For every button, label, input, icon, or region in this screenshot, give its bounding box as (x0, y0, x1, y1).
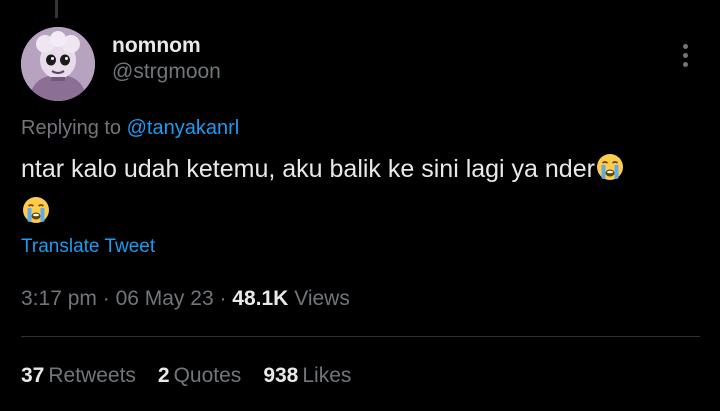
tweet-meta: 3:17 pm · 06 May 23 · 48.1K Views (21, 287, 350, 311)
tweet-text: ntar kalo udah ketemu, aku balik ke sini… (21, 150, 701, 236)
replying-prefix: Replying to (21, 117, 122, 139)
more-dot-icon (682, 61, 688, 67)
quotes-count: 2 (157, 364, 170, 387)
more-dot-icon (682, 52, 688, 58)
more-dot-icon (682, 43, 688, 49)
tweet-text-content: ntar kalo udah ketemu, aku balik ke sini… (21, 155, 595, 183)
meta-separator: · (219, 287, 233, 310)
translate-tweet-link[interactable]: Translate Tweet (21, 236, 155, 258)
retweets-count: 37 (21, 364, 45, 387)
retweets-label: Retweets (48, 364, 136, 387)
retweets-stat[interactable]: 37 Retweets (21, 364, 136, 388)
views-count: 48.1K (232, 287, 289, 310)
avatar-cartoon-icon (21, 27, 95, 101)
views-label: Views (294, 287, 350, 310)
thread-connector-line (55, 0, 58, 18)
replying-to: Replying to @tanyakanrl (21, 117, 239, 140)
likes-count: 938 (263, 364, 299, 387)
meta-separator: · (102, 287, 116, 310)
divider-top (21, 336, 700, 337)
likes-stat[interactable]: 938 Likes (263, 364, 351, 388)
quotes-label: Quotes (173, 364, 242, 387)
loudly-crying-face-icon (595, 152, 625, 193)
replying-mention-link[interactable]: @tanyakanrl (127, 117, 240, 139)
author-display-name[interactable]: nomnom (112, 34, 201, 58)
tweet-date[interactable]: 06 May 23 (116, 287, 214, 310)
quotes-stat[interactable]: 2 Quotes (158, 364, 241, 388)
tweet-time[interactable]: 3:17 pm (21, 287, 97, 310)
avatar[interactable] (21, 27, 95, 101)
more-options-button[interactable] (674, 40, 696, 70)
engagement-stats: 37 Retweets 2 Quotes 938 Likes (21, 364, 351, 388)
likes-label: Likes (302, 364, 352, 387)
loudly-crying-face-icon (21, 195, 51, 236)
author-handle[interactable]: @strgmoon (112, 60, 221, 84)
